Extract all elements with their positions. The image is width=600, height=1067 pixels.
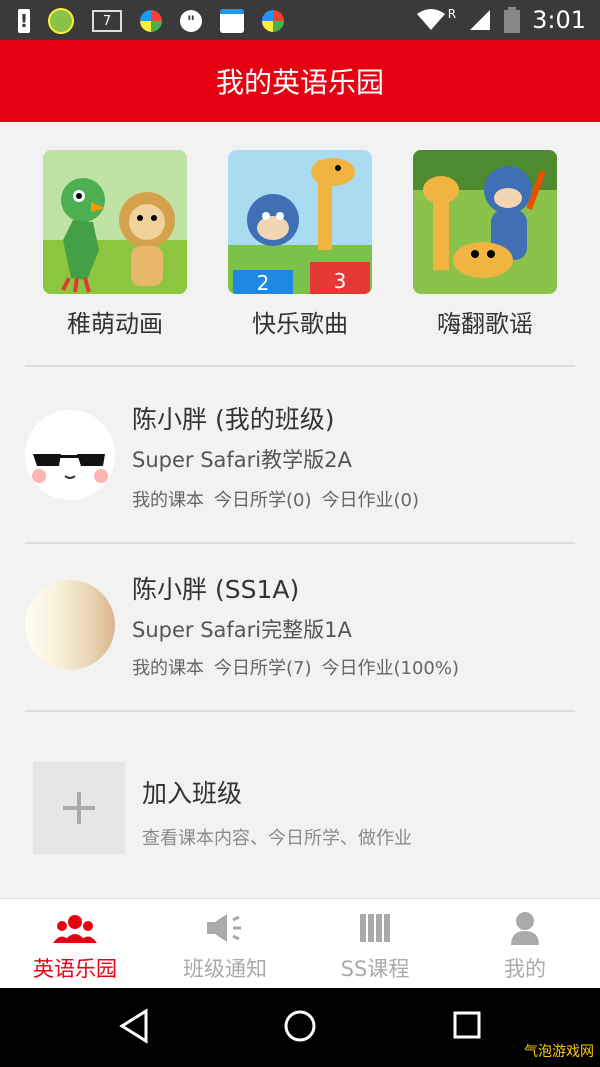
today-homework-link[interactable]: 今日作业(100%) — [322, 654, 460, 680]
calendar-icon — [220, 9, 244, 33]
add-class-button[interactable] — [33, 762, 125, 854]
divider — [25, 365, 575, 367]
svg-text:3: 3 — [334, 269, 347, 293]
clock: 3:01 — [532, 6, 586, 34]
animation-thumbnail[interactable] — [43, 150, 187, 294]
class-item[interactable]: 陈小胖 (SS1A) Super Safari完整版1A 我的课本 今日所学(7… — [0, 542, 600, 712]
signal-icon — [470, 10, 491, 30]
tab-label: 班级通知 — [183, 957, 267, 981]
alert-icon: ! — [18, 9, 30, 33]
battery-icon — [504, 7, 521, 33]
person-icon — [511, 912, 539, 945]
back-icon[interactable] — [118, 1008, 150, 1044]
quote-icon: " — [180, 10, 202, 32]
category-animation[interactable]: 稚萌动画 — [30, 150, 200, 339]
class-course: Super Safari教学版2A — [132, 448, 352, 472]
avatar — [25, 580, 115, 670]
my-lessons-link[interactable]: 我的课本 — [132, 486, 204, 512]
system-nav-bar: 气泡游戏网 — [0, 988, 600, 1067]
class-stats: 我的课本 今日所学(7) 今日作业(100%) — [132, 654, 459, 680]
divider — [25, 710, 575, 712]
avatar — [25, 410, 115, 500]
app-icon — [262, 10, 284, 32]
category-label: 稚萌动画 — [67, 310, 163, 338]
tab-label: 英语乐园 — [33, 957, 117, 981]
category-chants[interactable]: 嗨翻歌谣 — [400, 150, 570, 339]
roaming-indicator: R — [447, 7, 457, 21]
tab-mine[interactable]: 我的 — [450, 909, 600, 983]
today-learned-link[interactable]: 今日所学(7) — [214, 654, 312, 680]
app-icon — [140, 10, 162, 32]
tab-class-notice[interactable]: 班级通知 — [150, 909, 300, 983]
status-bar: ! 7 " R 3:01 — [0, 0, 600, 40]
group-icon — [53, 915, 97, 943]
my-lessons-link[interactable]: 我的课本 — [132, 654, 204, 680]
system-icons: R 3:01 — [416, 6, 586, 34]
home-icon[interactable] — [282, 1008, 318, 1044]
books-icon — [360, 914, 390, 942]
tab-english-park[interactable]: 英语乐园 — [0, 909, 150, 983]
tab-label: SS课程 — [340, 957, 410, 981]
notification-7-icon: 7 — [92, 10, 122, 32]
today-learned-link[interactable]: 今日所学(0) — [214, 486, 312, 512]
join-class-title: 加入班级 — [142, 779, 243, 808]
class-course: Super Safari完整版1A — [132, 618, 352, 642]
plus-icon — [63, 792, 95, 824]
class-name: 陈小胖 (我的班级) — [132, 405, 335, 434]
notification-icons: ! 7 " — [18, 8, 284, 34]
app-header: 我的英语乐园 — [0, 40, 600, 122]
category-row: 稚萌动画 2 3 快乐歌曲 嗨翻歌谣 — [0, 150, 600, 370]
join-class-item[interactable]: 加入班级 查看课本内容、今日所学、做作业 — [0, 762, 600, 892]
songs-thumbnail[interactable]: 2 3 — [228, 150, 372, 294]
chants-thumbnail[interactable] — [413, 150, 557, 294]
category-label: 嗨翻歌谣 — [437, 310, 533, 338]
class-item[interactable]: 陈小胖 (我的班级) Super Safari教学版2A 我的课本 今日所学(0… — [0, 372, 600, 542]
watermark: 气泡游戏网 — [524, 1044, 594, 1060]
category-label: 快乐歌曲 — [252, 310, 348, 338]
main-content: 稚萌动画 2 3 快乐歌曲 嗨翻歌谣 陈小胖 (我的班级) Super Safa… — [0, 122, 600, 898]
class-name: 陈小胖 (SS1A) — [132, 575, 300, 604]
today-homework-link[interactable]: 今日作业(0) — [322, 486, 420, 512]
category-songs[interactable]: 2 3 快乐歌曲 — [215, 150, 385, 339]
recents-icon[interactable] — [452, 1008, 482, 1044]
tab-ss-course[interactable]: SS课程 — [300, 909, 450, 983]
bottom-tab-bar: 英语乐园 班级通知 SS课程 我的 — [0, 898, 600, 989]
class-stats: 我的课本 今日所学(0) 今日作业(0) — [132, 486, 419, 512]
wifi-icon — [416, 9, 445, 30]
page-title: 我的英语乐园 — [215, 66, 384, 99]
tab-label: 我的 — [504, 957, 546, 981]
join-class-description: 查看课本内容、今日所学、做作业 — [142, 828, 412, 849]
speaker-icon — [207, 914, 241, 942]
svg-text:2: 2 — [257, 271, 270, 294]
app-icon — [48, 8, 74, 34]
